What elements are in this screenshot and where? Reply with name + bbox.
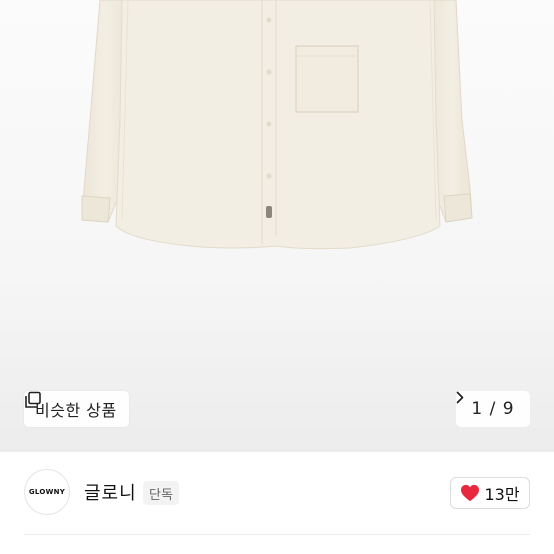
product-image-gallery[interactable]: 비슷한 상품 1 / 9 — [0, 0, 554, 452]
like-button[interactable]: 13만 — [450, 477, 530, 509]
product-image-shirt — [81, 0, 473, 250]
store-info-row: GLOWNY 글로니 단독 13만 — [0, 452, 554, 534]
store-logo[interactable]: GLOWNY — [24, 469, 70, 515]
section-divider — [24, 534, 530, 535]
exclusive-badge: 단독 — [143, 481, 179, 505]
pager-count: 1 / 9 — [471, 399, 515, 419]
store-name[interactable]: 글로니 — [84, 479, 137, 505]
similar-products-label: 비슷한 상품 — [35, 401, 117, 420]
heart-icon — [461, 484, 480, 502]
copy-icon — [25, 391, 41, 408]
image-pager[interactable]: 1 / 9 — [456, 391, 530, 427]
chevron-right-icon — [456, 391, 464, 404]
store-logo-text: GLOWNY — [28, 488, 66, 496]
similar-products-button[interactable]: 비슷한 상품 — [24, 391, 129, 427]
like-count: 13만 — [484, 485, 520, 504]
